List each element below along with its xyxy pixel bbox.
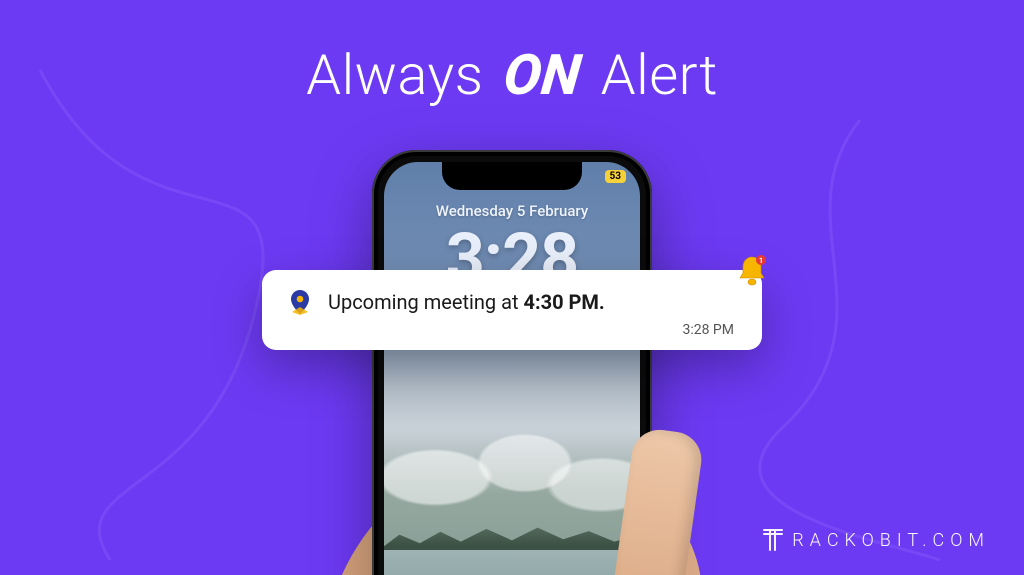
notification-text-pre: Upcoming meeting at: [328, 290, 524, 314]
headline-emphasis: ON: [500, 42, 584, 108]
svg-text:1: 1: [759, 257, 763, 265]
wallpaper-landscape: [384, 376, 640, 575]
wallpaper-clouds: [384, 376, 640, 521]
brand-name: RACKOBIT.COM: [792, 530, 990, 551]
phone-notch: [442, 162, 582, 190]
location-pin-icon: [286, 288, 314, 316]
phone-frame: 53 Wednesday 5 February 3:28: [372, 150, 652, 575]
notification-card[interactable]: 1 Upcoming meeting at 4:30 PM. 3:28 PM: [262, 270, 762, 350]
notification-text-bold: 4:30 PM.: [524, 290, 605, 314]
headline: Always ON Alert: [0, 42, 1024, 108]
notification-text: Upcoming meeting at 4:30 PM.: [328, 290, 605, 314]
bell-icon: 1: [732, 252, 772, 292]
phone-in-hand: 53 Wednesday 5 February 3:28: [362, 150, 662, 575]
notification-timestamp: 3:28 PM: [286, 322, 738, 338]
battery-badge: 53: [605, 170, 626, 183]
brand-mark-icon: [760, 527, 786, 553]
headline-pre: Always: [306, 42, 483, 108]
brand-logo: RACKOBIT.COM: [760, 527, 990, 553]
wallpaper-water: [384, 550, 640, 575]
phone-screen: 53 Wednesday 5 February 3:28: [384, 162, 640, 575]
headline-post: Alert: [601, 42, 718, 108]
